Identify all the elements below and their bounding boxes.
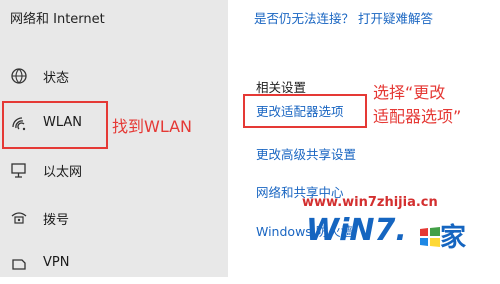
sidebar-item-ethernet[interactable]: 以太网 [0, 150, 228, 190]
watermark-logo: WiN7. [306, 213, 407, 248]
sidebar-item-label: 拨号 [43, 213, 70, 228]
watermark-logo-zh: 家 [440, 223, 467, 253]
sidebar-title: 网络和 Internet [10, 12, 105, 27]
choose-adapter-annotation-line2: 适配器选项” [373, 107, 462, 126]
wlan-highlight-box [2, 101, 108, 149]
watermark: www.win7zhijia.cn WiN7. 家 [300, 195, 498, 273]
watermark-url: www.win7zhijia.cn [302, 195, 438, 210]
choose-adapter-annotation-line1: 选择“更改 [373, 83, 446, 102]
globe-icon [9, 66, 29, 86]
windows-logo-icon [420, 227, 440, 247]
change-adapter-options-link[interactable]: 更改适配器选项 [256, 101, 344, 120]
ethernet-icon [9, 160, 29, 180]
vpn-icon [9, 254, 29, 274]
dialup-icon [9, 208, 29, 228]
sidebar-item-vpn[interactable]: VPN [0, 244, 228, 284]
sidebar-item-status[interactable]: 状态 [0, 56, 228, 96]
sidebar-item-label: 状态 [43, 71, 70, 86]
find-wlan-annotation: 找到WLAN [112, 117, 193, 136]
troubleshoot-link[interactable]: 是否仍无法连接？ 打开疑难解答 [254, 8, 433, 27]
advanced-sharing-link[interactable]: 更改高级共享设置 [256, 144, 356, 163]
sidebar-item-label: 以太网 [43, 165, 83, 180]
sidebar-item-label: VPN [43, 255, 70, 270]
sidebar-item-dialup[interactable]: 拨号 [0, 198, 228, 238]
